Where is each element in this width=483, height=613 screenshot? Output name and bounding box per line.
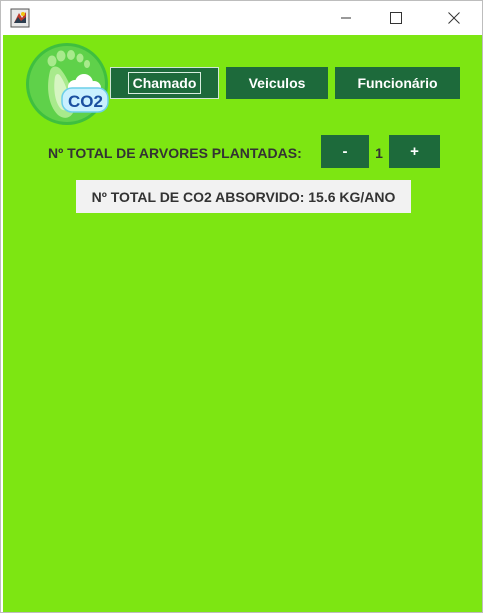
veiculos-button[interactable]: Veiculos bbox=[226, 67, 328, 99]
logo-co2-text: CO2 bbox=[68, 92, 103, 111]
close-button[interactable] bbox=[431, 1, 477, 35]
decrement-label: - bbox=[342, 143, 348, 160]
chamado-button[interactable]: Chamado bbox=[110, 67, 219, 99]
title-bar[interactable] bbox=[1, 1, 482, 35]
maximize-icon bbox=[390, 12, 402, 24]
app-window: CO2 Chamado Veiculos Funcionário Nº TOTA… bbox=[0, 0, 483, 613]
main-panel: CO2 Chamado Veiculos Funcionário Nº TOTA… bbox=[3, 35, 482, 612]
co2-absorbed-display: Nº TOTAL DE CO2 ABSORVIDO: 15.6 KG/ANO bbox=[76, 180, 411, 213]
increment-label: + bbox=[410, 143, 419, 160]
funcionario-button-label: Funcionário bbox=[357, 75, 438, 91]
co2-absorbed-text: Nº TOTAL DE CO2 ABSORVIDO: 15.6 KG/ANO bbox=[91, 188, 396, 205]
chamado-button-label: Chamado bbox=[127, 72, 202, 94]
footprint-co2-logo: CO2 bbox=[24, 41, 110, 127]
decrement-trees-button[interactable]: - bbox=[321, 135, 369, 168]
minimize-icon bbox=[341, 17, 351, 19]
maximize-button[interactable] bbox=[373, 1, 419, 35]
java-app-icon[interactable] bbox=[10, 8, 30, 28]
close-icon bbox=[448, 12, 460, 24]
funcionario-button[interactable]: Funcionário bbox=[335, 67, 460, 99]
increment-trees-button[interactable]: + bbox=[389, 135, 440, 168]
minimize-button[interactable] bbox=[323, 1, 369, 35]
trees-planted-label: Nº TOTAL DE ARVORES PLANTADAS: bbox=[48, 145, 302, 161]
veiculos-button-label: Veiculos bbox=[248, 75, 306, 91]
trees-count-value: 1 bbox=[375, 145, 383, 161]
